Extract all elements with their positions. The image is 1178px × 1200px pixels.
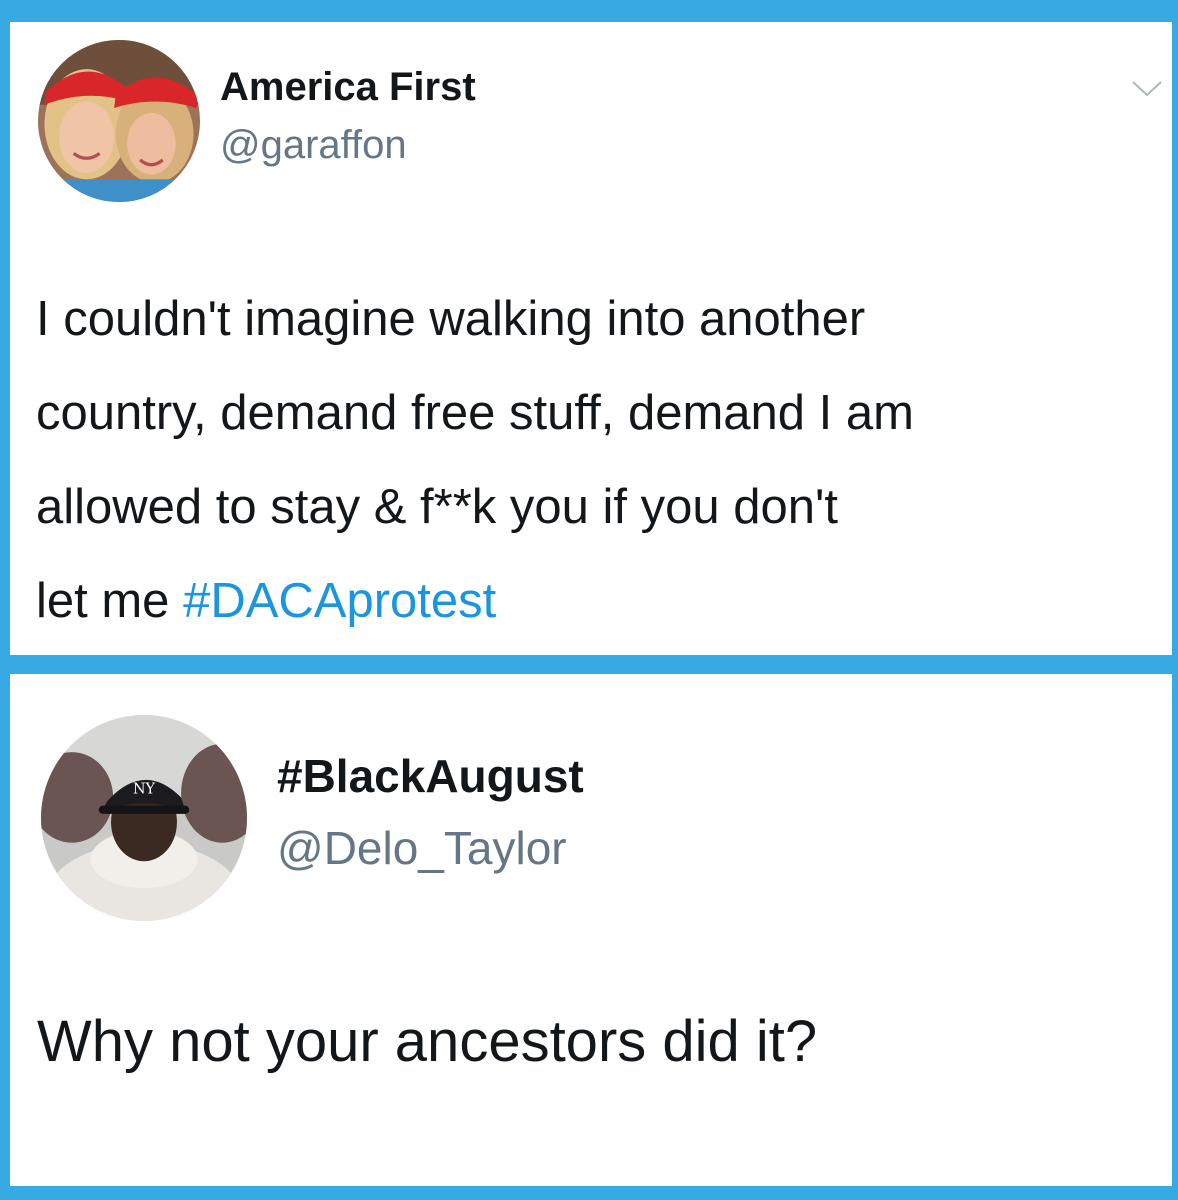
display-name[interactable]: America First <box>220 65 476 110</box>
tweet-text-line: I couldn't imagine walking into another <box>36 292 866 346</box>
handle[interactable]: @garaffon <box>220 123 407 168</box>
tweet-text-line: country, demand free stuff, demand I am <box>36 386 914 440</box>
tweet-card-2: NY #BlackAugust @Delo_Taylor Why not you… <box>10 674 1172 1186</box>
handle[interactable]: @Delo_Taylor <box>277 821 567 875</box>
chevron-down-icon[interactable] <box>1130 78 1164 100</box>
tweet-text-line: let me #DACAprotest <box>36 554 914 648</box>
hashtag-link[interactable]: #DACAprotest <box>183 574 496 628</box>
tweet-text-fragment: let me <box>36 574 184 628</box>
avatar[interactable]: NY <box>41 715 247 921</box>
screenshot-frame: America First @garaffon I couldn't imagi… <box>0 0 1178 1200</box>
avatar[interactable] <box>38 40 200 202</box>
tweet-text: I couldn't imagine walking into another … <box>36 272 914 648</box>
tweet-text-line: allowed to stay & f**k you if you don't <box>36 480 838 534</box>
profile-photo: NY <box>41 715 247 921</box>
tweet-card-1: America First @garaffon I couldn't imagi… <box>10 22 1172 655</box>
svg-text:NY: NY <box>133 781 156 797</box>
profile-photo <box>38 40 200 202</box>
tweet-text: Why not your ancestors did it? <box>37 1009 818 1074</box>
display-name[interactable]: #BlackAugust <box>277 749 584 803</box>
